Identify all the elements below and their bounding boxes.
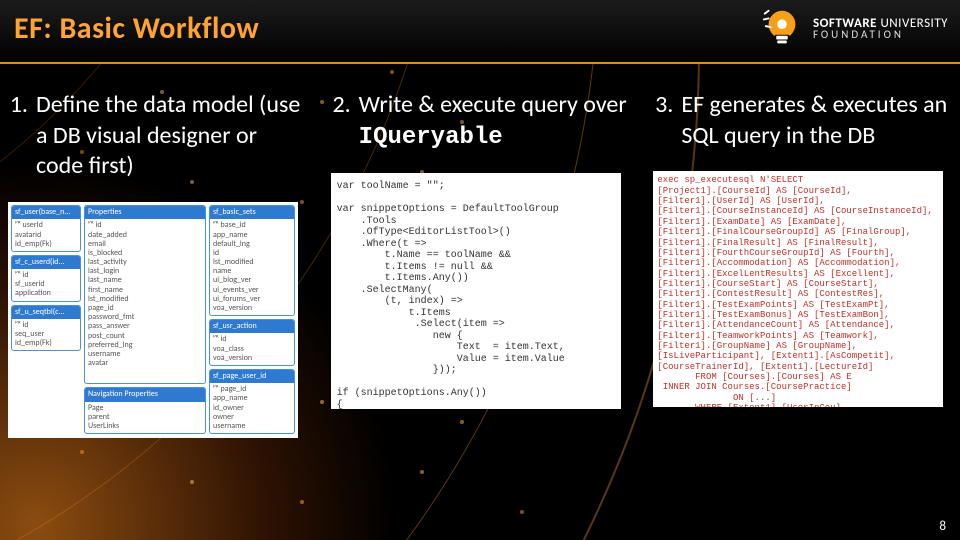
step-2-text: Write & execute query over IQueryable [359, 90, 630, 153]
generated-sql: exec sp_executesql N'SELECT [Project1].[… [653, 171, 943, 407]
step-2-column: 2. Write & execute query over IQueryable… [331, 90, 630, 438]
brand-logo: SOFTWARE UNIVERSITY FOUNDATION [759, 6, 948, 52]
step-2-heading: 2. Write & execute query over IQueryable [331, 90, 630, 153]
step-1-heading: 1. Define the data model (use a DB visua… [8, 90, 307, 182]
iqueryable-code: IQueryable [359, 124, 503, 151]
step-1-number: 1. [8, 90, 28, 182]
step-3-column: 3. EF generates & executes an SQL query … [653, 90, 952, 438]
step-1-text: Define the data model (use a DB visual d… [36, 90, 307, 182]
step-3-number: 3. [653, 90, 673, 151]
linq-code: var toolName = ""; var snippetOptions = … [331, 173, 621, 409]
slide-title: EF: Basic Workflow [14, 10, 259, 47]
step-2-number: 2. [331, 90, 351, 153]
brand-text: SOFTWARE UNIVERSITY FOUNDATION [813, 18, 948, 41]
code-screenshot: var toolName = ""; var snippetOptions = … [331, 173, 621, 409]
page-number: 8 [939, 519, 946, 534]
step-1-column: 1. Define the data model (use a DB visua… [8, 90, 307, 438]
step-3-text: EF generates & executes an SQL query in … [681, 90, 952, 151]
columns: 1. Define the data model (use a DB visua… [8, 90, 952, 438]
designer-screenshot: sf_user(base_n...ᴾᴷ userIdavataridid_emp… [8, 202, 298, 438]
step-3-heading: 3. EF generates & executes an SQL query … [653, 90, 952, 151]
lightbulb-gear-icon [759, 6, 805, 52]
sql-screenshot: exec sp_executesql N'SELECT [Project1].[… [653, 171, 943, 407]
brand-word-3: FOUNDATION [813, 30, 948, 40]
